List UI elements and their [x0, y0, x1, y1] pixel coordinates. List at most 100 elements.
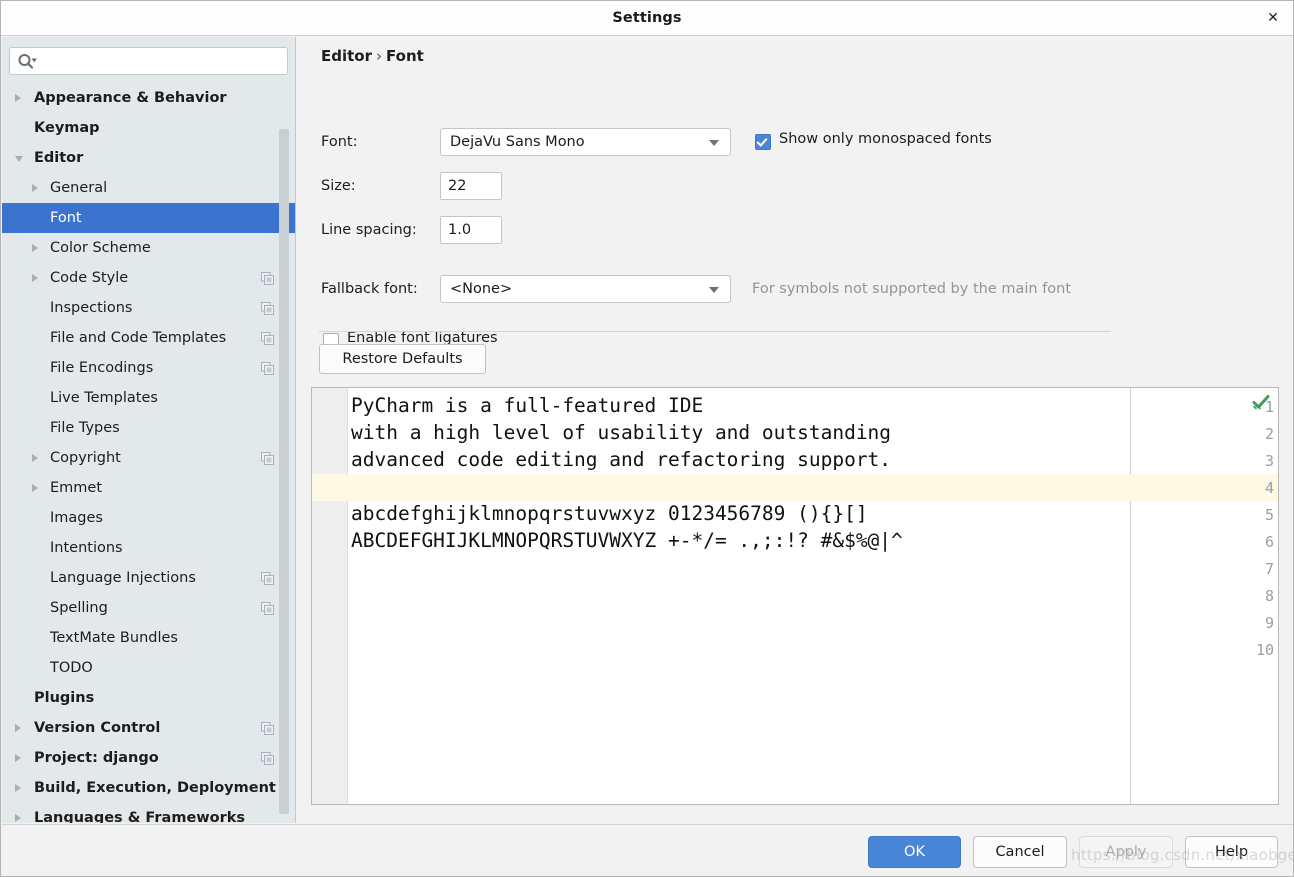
fallback-font-value: <None>: [450, 281, 513, 297]
copy-settings-icon: [261, 572, 274, 585]
chevron-right-icon[interactable]: [32, 274, 38, 282]
settings-tree: Appearance & Behavior Keymap Editor General…: [2, 83, 295, 823]
sidebar-item-label: File and Code Templates: [50, 330, 227, 346]
sidebar-item-general[interactable]: General: [2, 173, 295, 203]
settings-sidebar: Appearance & Behavior Keymap Editor General…: [2, 37, 296, 823]
sidebar-item-editor[interactable]: Editor: [2, 143, 295, 173]
sidebar-item-version-control[interactable]: Version Control: [2, 713, 295, 743]
title-bar: Settings ✕: [1, 1, 1293, 36]
sidebar-item-emmet[interactable]: Emmet: [2, 473, 295, 503]
chevron-down-icon[interactable]: [15, 156, 23, 162]
sidebar-item-label: Language Injections: [50, 570, 196, 586]
cancel-button[interactable]: Cancel: [973, 836, 1067, 868]
search-box[interactable]: [9, 47, 288, 75]
divider: [319, 331, 1111, 332]
line-number: 5: [1264, 506, 1274, 524]
size-input[interactable]: [440, 172, 502, 200]
sidebar-item-color-scheme[interactable]: Color Scheme: [2, 233, 295, 263]
font-preview-editor[interactable]: 1 2 3 4 5 6 7 8 9 10 PyCharm is a full-featured ID…: [311, 387, 1279, 805]
sidebar-item-images[interactable]: Images: [2, 503, 295, 533]
copy-settings-icon: [261, 362, 274, 375]
sidebar-item-file-encodings[interactable]: File Encodings: [2, 353, 295, 383]
sidebar-item-plugins[interactable]: Plugins: [2, 683, 295, 713]
green-check-icon[interactable]: [1252, 393, 1270, 411]
sidebar-item-todo[interactable]: TODO: [2, 653, 295, 683]
chevron-right-icon[interactable]: [32, 184, 38, 192]
sidebar-item-label: TextMate Bundles: [50, 630, 178, 646]
breadcrumb-parent[interactable]: Editor: [321, 47, 372, 65]
sidebar-item-label: Project: django: [34, 750, 159, 766]
restore-defaults-button[interactable]: Restore Defaults: [319, 344, 486, 374]
search-input[interactable]: [40, 48, 285, 74]
sidebar-item-label: Build, Execution, Deployment: [34, 780, 276, 796]
page-title: Settings: [612, 10, 682, 26]
sidebar-item-intentions[interactable]: Intentions: [2, 533, 295, 563]
close-icon[interactable]: ✕: [1261, 7, 1285, 30]
sidebar-scrollbar-track[interactable]: [279, 83, 292, 823]
chevron-right-icon[interactable]: [15, 814, 21, 822]
chevron-right-icon[interactable]: [15, 724, 21, 732]
sidebar-item-spelling[interactable]: Spelling: [2, 593, 295, 623]
help-button[interactable]: Help: [1185, 836, 1278, 868]
editor-gutter: [312, 388, 348, 804]
chevron-right-icon[interactable]: [15, 754, 21, 762]
copy-settings-icon: [261, 752, 274, 765]
sidebar-item-language-injections[interactable]: Language Injections: [2, 563, 295, 593]
sidebar-item-label: Languages & Frameworks: [34, 810, 246, 823]
line-number: 6: [1264, 533, 1274, 551]
caret-line-highlight: [312, 474, 1278, 501]
chevron-right-icon[interactable]: [15, 784, 21, 792]
sidebar-item-label: Version Control: [34, 720, 161, 736]
line-spacing-input[interactable]: [440, 216, 502, 244]
breadcrumb-separator: ›: [376, 47, 382, 65]
sidebar-item-label: Editor: [34, 150, 84, 166]
sidebar-item-label: File Encodings: [50, 360, 154, 376]
line-number: 7: [1264, 560, 1274, 578]
line-number: 4: [1264, 479, 1274, 497]
sidebar-item-textmate-bundles[interactable]: TextMate Bundles: [2, 623, 295, 653]
editor-right-margin: [1130, 388, 1131, 804]
copy-settings-icon: [261, 272, 274, 285]
line-number: 8: [1264, 587, 1274, 605]
sidebar-item-label: Copyright: [50, 450, 121, 466]
sidebar-item-file-and-code-templates[interactable]: File and Code Templates: [2, 323, 295, 353]
size-label: Size:: [321, 178, 356, 194]
search-icon: [18, 54, 37, 69]
fallback-font-combobox[interactable]: <None>: [440, 275, 731, 303]
sidebar-item-code-style[interactable]: Code Style: [2, 263, 295, 293]
sidebar-item-font[interactable]: Font: [2, 203, 295, 233]
sidebar-item-label: Code Style: [50, 270, 129, 286]
sidebar-item-copyright[interactable]: Copyright: [2, 443, 295, 473]
line-spacing-label: Line spacing:: [321, 222, 417, 238]
sidebar-item-keymap[interactable]: Keymap: [2, 113, 295, 143]
chevron-right-icon[interactable]: [15, 94, 21, 102]
chevron-down-icon: [709, 140, 719, 146]
line-number: 10: [1255, 641, 1274, 659]
chevron-right-icon[interactable]: [32, 484, 38, 492]
chevron-right-icon[interactable]: [32, 244, 38, 252]
ok-button[interactable]: OK: [868, 836, 961, 868]
sidebar-item-label: Spelling: [50, 600, 108, 616]
chevron-right-icon[interactable]: [32, 454, 38, 462]
sidebar-item-languages-frameworks[interactable]: Languages & Frameworks: [2, 803, 295, 823]
apply-button: Apply: [1079, 836, 1173, 868]
copy-settings-icon: [261, 302, 274, 315]
sidebar-item-build-execution-deployment[interactable]: Build, Execution, Deployment: [2, 773, 295, 803]
chevron-down-icon: [709, 287, 719, 293]
show-monospaced-label: Show only monospaced fonts: [779, 131, 992, 147]
copy-settings-icon: [261, 332, 274, 345]
dialog-footer: OK Cancel Apply Help: [2, 824, 1293, 876]
sidebar-item-inspections[interactable]: Inspections: [2, 293, 295, 323]
preview-text-line: advanced code editing and refactoring su…: [351, 448, 892, 471]
sidebar-item-file-types[interactable]: File Types: [2, 413, 295, 443]
sidebar-item-project-django[interactable]: Project: django: [2, 743, 295, 773]
checkbox-box-checked: [755, 134, 771, 150]
sidebar-item-label: File Types: [50, 420, 120, 436]
settings-main-panel: Editor › Font Font: DejaVu Sans Mono Show …: [297, 37, 1293, 823]
font-combobox[interactable]: DejaVu Sans Mono: [440, 128, 731, 156]
sidebar-scrollbar-thumb[interactable]: [279, 129, 289, 814]
sidebar-item-label: Font: [50, 210, 82, 226]
line-number: 3: [1264, 452, 1274, 470]
sidebar-item-live-templates[interactable]: Live Templates: [2, 383, 295, 413]
sidebar-item-appearance-behavior[interactable]: Appearance & Behavior: [2, 83, 295, 113]
